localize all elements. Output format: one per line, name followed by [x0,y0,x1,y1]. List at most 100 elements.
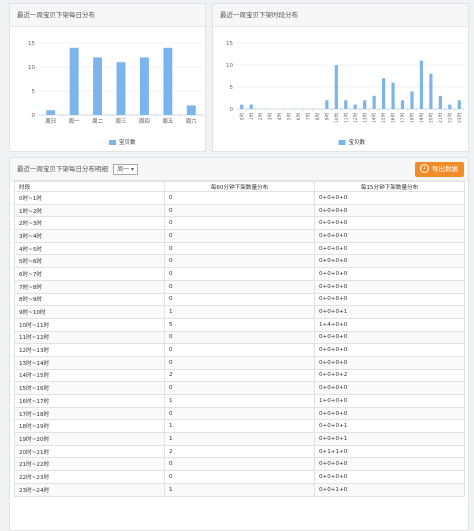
table-row: 23时~24时 1 0+0+1+0 [14,482,465,497]
cell-count-60min: 0 [164,343,315,357]
bar [410,91,414,109]
table-row: 14时~15时 2 0+0+0+2 [14,368,465,383]
cell-period: 12时~13时 [14,343,165,357]
cell-count-60min: 0 [164,279,315,294]
cell-period: 9时~10时 [14,305,165,319]
bar [429,73,433,109]
cell-period: 23时~24时 [14,482,165,497]
cell-count-15min: 0+0+0+0 [314,330,465,345]
x-tick-label: 周二 [92,118,104,125]
cell-period: 6时~7时 [14,267,165,281]
y-tick-label: 10 [28,65,35,71]
table-row: 12时~13时 0 0+0+0+0 [14,343,465,357]
y-tick-label: 10 [226,63,233,69]
cell-count-60min: 2 [164,444,315,459]
detail-title: 最近一周宝贝下架每日分布明细 [17,165,108,173]
bar [325,100,329,109]
x-tick-label: 19时 [418,112,425,123]
hourly-chart-title: 最近一周宝贝下架时段分布 [213,4,468,27]
cell-count-15min: 0+0+0+0 [314,279,465,294]
cell-count-60min: 0 [164,406,315,421]
detail-table: 时段 每60分钟下架数量分布 每15分钟下架数量分布 0时~1时 0 0+0+0+0… [14,181,465,497]
bar [457,100,461,109]
cell-count-15min: 0+0+0+1 [314,305,465,319]
bar [163,47,173,115]
table-row: 19时~20时 1 0+0+0+1 [14,432,465,446]
x-tick-label: 周三 [115,118,127,125]
x-tick-label: 20时 [427,112,434,123]
table-row: 2时~3时 0 0+0+0+0 [14,216,465,231]
x-tick-label: 9时 [323,112,330,120]
bar [344,100,348,109]
x-tick-label: 11时 [342,112,349,123]
x-tick-label: 周六 [186,117,198,125]
y-tick-label: 15 [226,41,233,47]
bar [186,105,196,115]
table-row: 18时~19时 1 0+0+0+1 [14,419,465,434]
cell-period: 5时~6时 [14,254,165,269]
cell-count-60min: 1 [164,419,315,434]
cell-count-60min: 1 [164,394,315,408]
cell-period: 1时~2时 [14,203,165,218]
bar [353,104,357,109]
daily-chart-title: 最近一周宝贝下架每日分布 [10,4,205,27]
x-tick-label: 5时 [286,112,293,120]
export-button-label: 导出数据 [432,165,458,173]
cell-count-15min: 0+0+0+0 [314,191,465,205]
x-tick-label: 2时 [257,112,264,120]
x-tick-label: 1时 [248,112,255,120]
cell-count-60min: 0 [164,191,315,205]
export-button[interactable]: ↓ 导出数据 [415,162,464,177]
cell-count-15min: 0+0+0+0 [314,203,465,218]
bar [448,104,452,109]
cell-period: 17时~18时 [14,406,165,421]
bar [249,104,253,109]
cell-count-15min: 0+0+0+0 [314,457,465,472]
x-tick-label: 周四 [139,118,150,125]
bar [46,110,56,115]
bar [438,95,442,109]
cell-period: 20时~21时 [14,444,165,459]
x-tick-label: 4时 [276,112,283,120]
legend-label: 宝贝数 [349,138,366,146]
x-tick-label: 周五 [162,118,174,125]
column-header-60min: 每60分钟下架数量分布 [164,181,315,192]
x-tick-label: 15时 [380,112,387,123]
table-row: 0时~1时 0 0+0+0+0 [14,191,465,205]
cell-period: 22时~23时 [14,470,165,484]
x-tick-label: 14时 [371,112,378,123]
day-select[interactable]: 周一 ▾ [113,163,139,175]
bar [381,78,386,109]
x-tick-label: 22时 [446,112,453,123]
x-tick-label: 0时 [238,112,245,120]
cell-count-60min: 1 [164,432,315,446]
cell-count-60min: 0 [164,229,315,243]
x-tick-label: 3时 [267,112,274,120]
x-tick-label: 12时 [352,112,359,123]
cell-count-15min: 1+4+0+0 [314,317,465,332]
x-tick-label: 16时 [390,112,397,123]
table-row: 8时~9时 0 0+0+0+0 [14,292,465,307]
cell-count-60min: 0 [164,267,315,281]
cell-period: 18时~19时 [14,419,165,434]
table-row: 17时~18时 0 0+0+0+0 [14,406,465,421]
cell-period: 21时~22时 [14,457,165,472]
cell-count-15min: 0+0+0+0 [314,267,465,281]
y-tick-label: 0 [230,107,234,113]
detail-panel: 最近一周宝贝下架每日分布明细 周一 ▾ ↓ 导出数据 时段 每60分钟下架数量分布… [9,157,469,531]
cell-count-15min: 0+0+0+0 [314,229,465,243]
cell-count-60min: 0 [164,457,315,472]
cell-period: 19时~20时 [14,432,165,446]
cell-count-15min: 0+1+1+0 [314,444,465,459]
table-row: 13时~14时 0 0+0+0+0 [14,355,465,370]
cell-count-15min: 1+0+0+0 [314,394,465,408]
cell-count-60min: 1 [164,482,315,497]
cell-period: 0时~1时 [14,191,165,205]
y-tick-label: 5 [32,89,36,95]
cell-count-60min: 0 [164,330,315,345]
bar [139,57,149,115]
x-tick-label: 周一 [69,118,81,125]
table-row: 16时~17时 1 1+0+0+0 [14,394,465,408]
cell-count-15min: 0+0+0+0 [314,406,465,421]
table-row: 1时~2时 0 0+0+0+0 [14,203,465,218]
